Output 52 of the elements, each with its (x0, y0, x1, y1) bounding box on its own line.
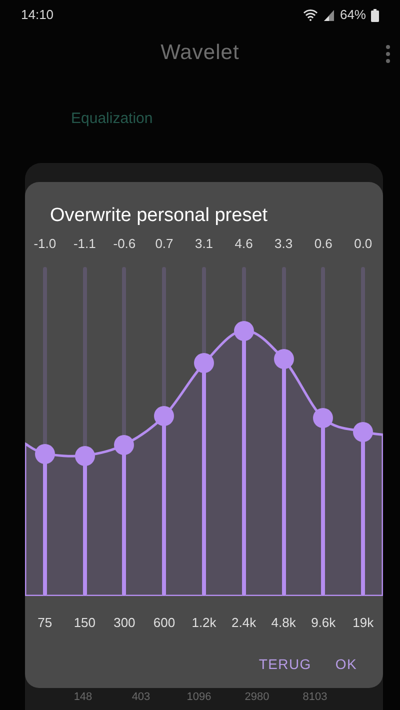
band-slider-thumb[interactable] (313, 408, 334, 428)
band-slider-thumb[interactable] (154, 406, 174, 426)
band-slider[interactable] (274, 267, 294, 596)
wifi-icon (302, 9, 318, 21)
gain-value: 0.6 (313, 235, 334, 253)
scale-label: 1096 (186, 690, 212, 704)
more-options-icon[interactable] (385, 44, 391, 64)
scale-label: 2980 (244, 690, 270, 704)
band-slider-thumb[interactable] (34, 444, 55, 464)
gain-value: -1.0 (32, 235, 58, 253)
band-slider[interactable] (34, 267, 55, 596)
band-slider-thumb[interactable] (353, 422, 374, 442)
status-time: 14:10 (21, 6, 54, 24)
dialog-title: Overwrite personal preset (50, 205, 268, 226)
gain-value: -0.6 (112, 235, 137, 253)
frequency-label: 600 (152, 614, 176, 632)
band-slider[interactable] (154, 267, 174, 596)
band-slider[interactable] (313, 267, 334, 596)
gain-value: 4.6 (234, 235, 254, 253)
frequency-label: 9.6k (310, 614, 337, 632)
gain-value: 3.3 (274, 235, 294, 253)
frequency-label: 19k (352, 614, 375, 632)
scale-label: 8103 (302, 690, 328, 704)
band-slider-thumb[interactable] (114, 434, 134, 455)
band-slider-thumb[interactable] (194, 353, 214, 374)
gain-value: 0.0 (353, 235, 374, 253)
frequency-label: 2.4k (230, 614, 258, 632)
gain-value: 3.1 (194, 235, 214, 253)
frequency-label: 300 (112, 614, 136, 632)
band-slider-thumb[interactable] (74, 446, 95, 466)
frequency-label: 150 (72, 614, 97, 632)
band-slider[interactable] (114, 267, 134, 596)
band-slider-thumb[interactable] (234, 320, 254, 340)
frequency-label: 4.8k (270, 614, 297, 632)
battery-icon (371, 8, 379, 22)
section-heading: Equalization (71, 110, 153, 127)
gain-value: 0.7 (154, 235, 174, 253)
app-title: Wavelet (160, 40, 240, 66)
dialog-button[interactable]: TERUG (250, 650, 320, 679)
band-slider[interactable] (353, 267, 374, 596)
band-slider[interactable] (194, 267, 214, 596)
battery-percentage: 64% (340, 6, 366, 24)
band-slider[interactable] (234, 267, 254, 596)
frequency-label: 1.2k (190, 614, 218, 632)
scale-label: 403 (130, 690, 152, 704)
frequency-label: 75 (36, 614, 54, 632)
scale-label: 148 (72, 690, 94, 704)
gain-value: -1.1 (72, 235, 97, 253)
band-slider[interactable] (74, 267, 95, 596)
signal-icon (322, 9, 335, 21)
dialog-button[interactable]: OK (327, 650, 365, 679)
band-slider-thumb[interactable] (274, 349, 294, 370)
